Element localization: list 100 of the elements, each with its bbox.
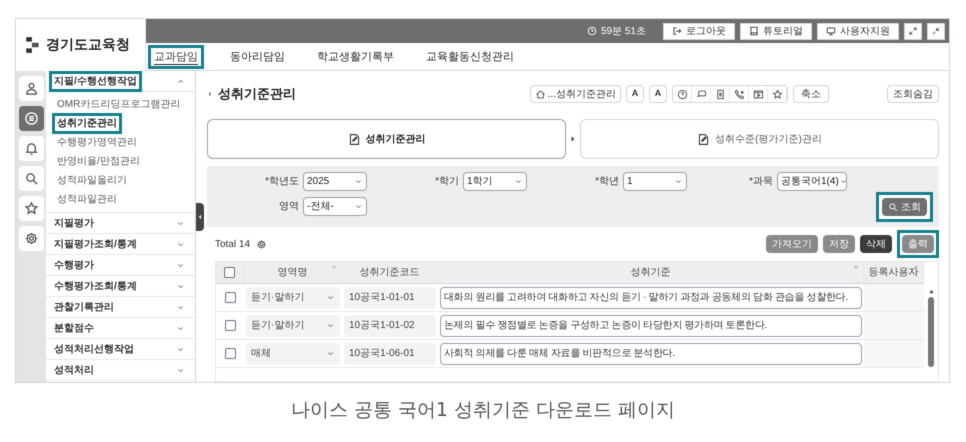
dropdown[interactable]: -전체- <box>303 197 367 216</box>
search-icon <box>24 171 38 186</box>
checkbox[interactable] <box>224 267 235 278</box>
step-tab[interactable]: 성취수준(평가기준)관리 <box>580 119 939 159</box>
logout-icon <box>672 26 682 36</box>
font-size-button[interactable]: A <box>626 85 644 103</box>
menu-item[interactable]: 성적파일올리기 <box>55 173 129 188</box>
font-size-button[interactable]: A <box>649 85 667 103</box>
monitor-icon <box>826 26 836 36</box>
checkbox[interactable] <box>224 292 236 303</box>
menu-group-label: 지필평가조회/통계 <box>53 238 138 252</box>
code-field: 10공국1-01-02 <box>344 314 436 336</box>
filter-label: *학기 <box>435 175 459 189</box>
menu-group-label: 수행평가 <box>53 258 95 272</box>
home-icon <box>534 88 546 100</box>
menu-group-label: 분할점수 <box>53 322 95 336</box>
menu-item[interactable]: 성적파일관리 <box>55 192 119 207</box>
search-button[interactable]: 조회 <box>876 192 933 222</box>
column-header[interactable]: 성취기준코드 <box>360 265 420 280</box>
checkbox[interactable] <box>224 348 236 359</box>
rail-button[interactable] <box>18 196 44 221</box>
dropdown[interactable]: 듣기·말하기 <box>246 314 340 336</box>
document-pencil-icon <box>697 132 710 146</box>
menu-item[interactable]: 수행평가영역관리 <box>55 135 139 150</box>
nav-tab[interactable]: 교과담임 <box>148 44 204 69</box>
star-icon <box>772 88 782 100</box>
scroll-up-icon <box>928 288 934 295</box>
hide-search-button[interactable]: 조회숨김 <box>887 85 939 103</box>
menu-item[interactable]: OMR카드리딩프로그램관리 <box>55 97 182 112</box>
filter-label: *과목 <box>749 175 773 189</box>
dropdown[interactable]: 2025 <box>303 172 367 191</box>
column-header[interactable]: 영역명 <box>278 265 308 280</box>
menu-group-label: 관찰기록관리 <box>53 300 115 314</box>
column-header[interactable]: 등록사용자 <box>868 265 918 280</box>
star-icon <box>24 201 38 216</box>
clock-icon <box>586 26 597 36</box>
page-title: 성취기준관리 <box>218 85 296 104</box>
rail-button[interactable] <box>18 106 44 131</box>
shrink-button[interactable] <box>927 22 945 40</box>
collapse-handle[interactable] <box>196 203 204 231</box>
user-cell <box>864 340 924 367</box>
nav-tab[interactable]: 학교생활기록부 <box>311 48 400 69</box>
arrow-icon <box>569 134 577 144</box>
document-icon <box>714 88 726 100</box>
video-icon <box>752 88 764 100</box>
header-button[interactable]: 사용자지원 <box>817 22 899 40</box>
document-pencil-icon <box>348 132 360 146</box>
filter-label: 영역 <box>279 200 299 214</box>
chat-icon <box>696 88 706 100</box>
checkbox[interactable] <box>224 320 236 331</box>
standard-field[interactable]: 논제의 필수 쟁점별로 논증을 구성하고 논증이 타당한지 평가하며 토론한다. <box>440 314 862 336</box>
collapse-icon <box>197 213 203 221</box>
header-button[interactable]: 튜토리얼 <box>740 22 812 40</box>
dropdown[interactable]: 1 <box>623 172 687 191</box>
scrollbar[interactable] <box>928 288 934 367</box>
list-icon <box>24 111 38 126</box>
logo-title: 경기도교육청 <box>46 38 130 52</box>
book-icon <box>749 26 759 36</box>
user-cell <box>864 312 924 339</box>
filter-label: *학년 <box>595 175 619 189</box>
caption: 나이스 공통 국어1 성취기준 다운로드 페이지 <box>290 398 676 423</box>
person-icon <box>24 81 38 96</box>
expand-icon <box>908 26 918 36</box>
code-field: 10공국1-01-01 <box>344 286 436 308</box>
rail-button[interactable] <box>18 166 44 191</box>
shrink-button[interactable]: 축소 <box>793 85 829 103</box>
search-icon <box>888 202 898 212</box>
shrink-icon <box>931 26 941 36</box>
action-button[interactable]: 삭제 <box>860 235 892 253</box>
menu-group-label: 수행평가조회/통계 <box>53 280 138 294</box>
code-field: 10공국1-06-01 <box>344 342 436 364</box>
standard-field[interactable]: 사회적 의제를 다룬 매체 자료를 비판적으로 분석한다. <box>440 342 862 364</box>
settings-icon <box>256 238 268 250</box>
step-tab[interactable]: 성취기준관리 <box>207 119 566 159</box>
menu-group-label: 지필/수행선행작업 <box>52 74 139 88</box>
menu-item[interactable]: 반영비율/만점관리 <box>55 154 142 169</box>
total-count: Total 14 <box>215 238 250 252</box>
rail-button[interactable] <box>18 136 44 161</box>
menu-group-label: 성적처리선행작업 <box>53 342 135 356</box>
dropdown[interactable]: 매체 <box>246 342 340 364</box>
breadcrumb-button[interactable]: ...성취기준관리 <box>530 85 621 103</box>
session-timer: 59분 51초 <box>600 24 646 38</box>
menu-group[interactable]: 지필/수행선행작업 <box>46 71 195 92</box>
dropdown[interactable]: 1학기 <box>463 172 527 191</box>
menu-item[interactable]: 성취기준관리 <box>55 116 119 131</box>
column-header[interactable]: 성취기준 <box>630 265 670 280</box>
nav-tab[interactable]: 교육활동신청관리 <box>420 48 520 69</box>
bell-icon <box>24 141 38 156</box>
nav-tab[interactable]: 동아리담임 <box>224 48 291 69</box>
rail-button[interactable] <box>18 76 44 101</box>
help-icon <box>676 88 688 100</box>
rail-button[interactable] <box>18 226 44 251</box>
phone-icon <box>734 88 744 100</box>
expand-button[interactable] <box>904 22 922 40</box>
menu-group-label: 성적처리 <box>53 364 95 378</box>
dropdown[interactable]: 듣기·말하기 <box>246 286 340 308</box>
standard-field[interactable]: 대화의 원리를 고려하여 대화하고 자신의 듣기 · 말하기 과정과 공동체의 담화 관습을 성찰한다. <box>440 286 862 308</box>
settings-icon <box>24 231 38 246</box>
header-button[interactable]: 로그아웃 <box>663 22 735 40</box>
dropdown[interactable]: 공통국어1(4) <box>777 172 847 191</box>
